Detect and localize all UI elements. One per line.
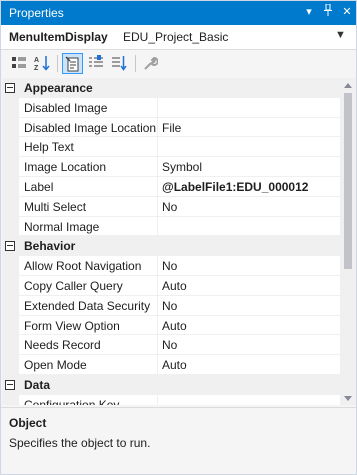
property-row[interactable]: Extended Data Security No [2, 295, 340, 316]
property-name: Extended Data Security [2, 295, 157, 316]
property-name: Needs Record [2, 335, 157, 356]
property-row[interactable]: Normal Image [2, 216, 340, 237]
svg-text:A: A [34, 57, 39, 64]
object-type: EDU_Project_Basic [123, 30, 229, 44]
property-row[interactable]: Disabled Image [2, 97, 340, 118]
property-name: Help Text [2, 137, 157, 158]
category-row[interactable]: Appearance [2, 78, 340, 98]
property-name: Allow Root Navigation [2, 256, 157, 276]
property-value[interactable]: Auto [157, 315, 340, 336]
property-name: Disabled Image Location [2, 117, 157, 138]
close-icon[interactable]: ✕ [339, 4, 355, 21]
scrollbar-thumb[interactable] [344, 93, 352, 269]
property-row[interactable]: Multi Select No [2, 196, 340, 217]
property-name: Normal Image [2, 216, 157, 237]
property-name: Disabled Image [2, 97, 157, 118]
description-panel: Object Specifies the object to run. [1, 407, 356, 474]
properties-icon[interactable] [62, 53, 83, 74]
dropdown-icon[interactable]: ▾ [301, 4, 317, 21]
property-row[interactable]: Label @LabelFile1:EDU_000012 [2, 176, 340, 197]
wrench-icon[interactable] [140, 53, 161, 74]
property-row[interactable]: Open Mode Auto [2, 355, 340, 375]
category-row[interactable]: Data [2, 374, 340, 395]
property-row[interactable]: Help Text [2, 137, 340, 158]
svg-text:Z: Z [34, 65, 39, 71]
property-row[interactable]: Configuration Key [2, 394, 340, 405]
scroll-down-icon[interactable] [344, 396, 352, 401]
property-value[interactable] [157, 394, 340, 405]
properties-window: Properties ▾ ✕ MenuItemDisplay EDU_Proje… [0, 0, 357, 475]
property-value[interactable]: No [157, 335, 340, 356]
category-label: Appearance [24, 81, 93, 95]
toolbar: A Z [1, 50, 356, 78]
collapse-icon[interactable] [5, 83, 15, 93]
collapse-icon[interactable] [5, 379, 15, 390]
property-value[interactable]: Symbol [157, 157, 340, 177]
property-row[interactable]: Copy Caller Query Auto [2, 275, 340, 296]
property-row[interactable]: Allow Root Navigation No [2, 256, 340, 276]
window-title: Properties [9, 6, 64, 20]
chevron-down-icon[interactable]: ▼ [335, 29, 346, 41]
property-pages-icon[interactable] [109, 53, 130, 74]
property-name: Multi Select [2, 196, 157, 217]
events-icon[interactable] [86, 53, 107, 74]
pin-icon[interactable] [320, 3, 336, 21]
property-value[interactable]: No [157, 196, 340, 217]
property-value[interactable]: No [157, 256, 340, 276]
toolbar-separator [57, 55, 58, 72]
property-value[interactable]: No [157, 295, 340, 316]
property-value[interactable]: Auto [157, 355, 340, 375]
property-name: Open Mode [2, 355, 157, 375]
category-label: Behavior [24, 239, 76, 254]
property-value[interactable]: File [157, 117, 340, 138]
category-label: Data [24, 377, 51, 392]
property-row[interactable]: Form View Option Auto [2, 315, 340, 336]
collapse-icon[interactable] [5, 241, 15, 252]
vertical-scrollbar[interactable] [340, 78, 356, 405]
object-selector[interactable]: MenuItemDisplay EDU_Project_Basic ▼ [1, 25, 356, 50]
property-grid: Appearance Disabled Image Disabled Image L… [2, 78, 340, 405]
alphabetical-icon[interactable]: A Z [32, 53, 53, 74]
property-name: Configuration Key [2, 394, 157, 405]
property-value[interactable] [157, 97, 340, 118]
property-name: Form View Option [2, 315, 157, 336]
category-row[interactable]: Behavior [2, 236, 340, 257]
property-value[interactable] [157, 216, 340, 237]
property-row[interactable]: Image Location Symbol [2, 157, 340, 177]
description-title: Object [9, 416, 47, 430]
property-name: Label [2, 176, 157, 197]
toolbar-separator [135, 55, 136, 72]
property-value[interactable]: @LabelFile1:EDU_000012 [157, 176, 340, 197]
description-text: Specifies the object to run. [9, 436, 151, 450]
property-value[interactable] [157, 137, 340, 158]
categorized-icon[interactable] [9, 53, 30, 74]
property-row[interactable]: Disabled Image Location File [2, 117, 340, 138]
property-name: Image Location [2, 157, 157, 177]
title-bar: Properties ▾ ✕ [1, 1, 356, 25]
property-name: Copy Caller Query [2, 275, 157, 296]
object-name: MenuItemDisplay [9, 30, 108, 44]
scroll-up-icon[interactable] [344, 83, 352, 88]
property-row[interactable]: Needs Record No [2, 335, 340, 356]
property-value[interactable]: Auto [157, 275, 340, 296]
